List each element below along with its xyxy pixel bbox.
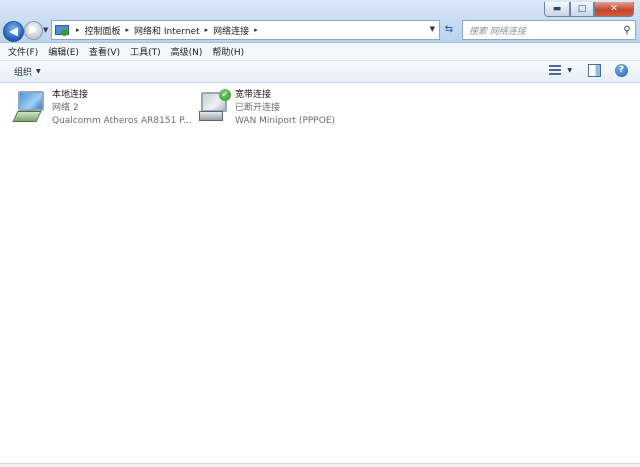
breadcrumb-separator[interactable]: ▸ — [205, 26, 209, 34]
breadcrumb-separator[interactable]: ▸ — [126, 26, 130, 34]
status-strip — [0, 463, 640, 467]
preview-pane-icon[interactable] — [588, 64, 601, 77]
breadcrumb-separator[interactable]: ▸ — [76, 26, 80, 34]
connection-broadband[interactable]: ✓ 宽带连接 已断开连接 WAN Miniport (PPPOE) — [197, 89, 335, 128]
connection-status: 网络 2 — [52, 103, 79, 113]
menu-view[interactable]: 查看(V) — [84, 45, 125, 58]
window-controls: ▬ □ ✕ — [544, 2, 634, 17]
command-bar: 组织 ▼ ▼ ? — [0, 61, 640, 83]
breadcrumb-control-panel[interactable]: 控制面板 — [85, 24, 121, 37]
connection-device: WAN Miniport (PPPOE) — [235, 116, 336, 126]
lan-adapter-icon — [12, 89, 48, 123]
search-input[interactable]: 搜索 网络连接 — [469, 24, 619, 37]
menu-edit[interactable]: 编辑(E) — [43, 45, 84, 58]
connections-list: 本地连接 网络 2 Qualcomm Atheros AR8151 P... ✓… — [0, 83, 640, 463]
search-box[interactable]: 搜索 网络连接 ⚲ — [462, 20, 636, 40]
minimize-button[interactable]: ▬ — [544, 2, 570, 17]
check-icon: ✓ — [219, 89, 231, 101]
refresh-icon: ⇆ — [444, 23, 454, 35]
window-titlebar: ▬ □ ✕ ◀ ▶ ▼ ▸ 控制面板 ▸ 网络和 Internet ▸ 网络连接… — [0, 0, 640, 43]
recent-pages-dropdown[interactable]: ▼ — [43, 26, 48, 34]
menu-bar: 文件(F) 编辑(E) 查看(V) 工具(T) 高级(N) 帮助(H) — [0, 43, 640, 61]
broadband-connection-icon: ✓ — [197, 89, 231, 123]
search-icon[interactable]: ⚲ — [619, 25, 635, 36]
connection-local[interactable]: 本地连接 网络 2 Qualcomm Atheros AR8151 P... — [12, 89, 192, 128]
menu-tools[interactable]: 工具(T) — [125, 45, 166, 58]
maximize-button[interactable]: □ — [570, 2, 594, 17]
connection-name: 本地连接 — [52, 90, 89, 100]
connection-status: 已断开连接 — [235, 103, 281, 113]
arrow-right-icon: ▶ — [29, 23, 38, 36]
address-dropdown-icon[interactable]: ▼ — [430, 25, 435, 33]
arrow-left-icon: ◀ — [8, 24, 19, 38]
command-bar-tools: ▼ ? — [549, 64, 628, 77]
breadcrumb-network-internet[interactable]: 网络和 Internet — [134, 24, 200, 37]
refresh-button[interactable]: ⇆ — [440, 20, 458, 38]
menu-help[interactable]: 帮助(H) — [207, 45, 249, 58]
menu-advanced[interactable]: 高级(N) — [166, 45, 208, 58]
help-icon[interactable]: ? — [615, 64, 628, 77]
connection-device: Qualcomm Atheros AR8151 P... — [52, 116, 192, 126]
breadcrumb-separator[interactable]: ▸ — [254, 26, 258, 34]
breadcrumb-network-connections[interactable]: 网络连接 — [213, 24, 249, 37]
view-options-dropdown[interactable]: ▼ — [567, 67, 572, 74]
organize-button[interactable]: 组织 ▼ — [14, 65, 41, 78]
change-view-icon[interactable] — [549, 65, 562, 76]
network-location-icon — [55, 24, 69, 36]
address-bar[interactable]: ▸ 控制面板 ▸ 网络和 Internet ▸ 网络连接 ▸ ▼ — [51, 20, 440, 40]
organize-label: 组织 — [14, 68, 33, 78]
back-button[interactable]: ◀ — [3, 21, 24, 42]
menu-file[interactable]: 文件(F) — [0, 45, 43, 58]
forward-button[interactable]: ▶ — [24, 21, 43, 40]
close-button[interactable]: ✕ — [594, 2, 634, 17]
connection-name: 宽带连接 — [235, 90, 272, 100]
chevron-down-icon: ▼ — [36, 68, 41, 75]
